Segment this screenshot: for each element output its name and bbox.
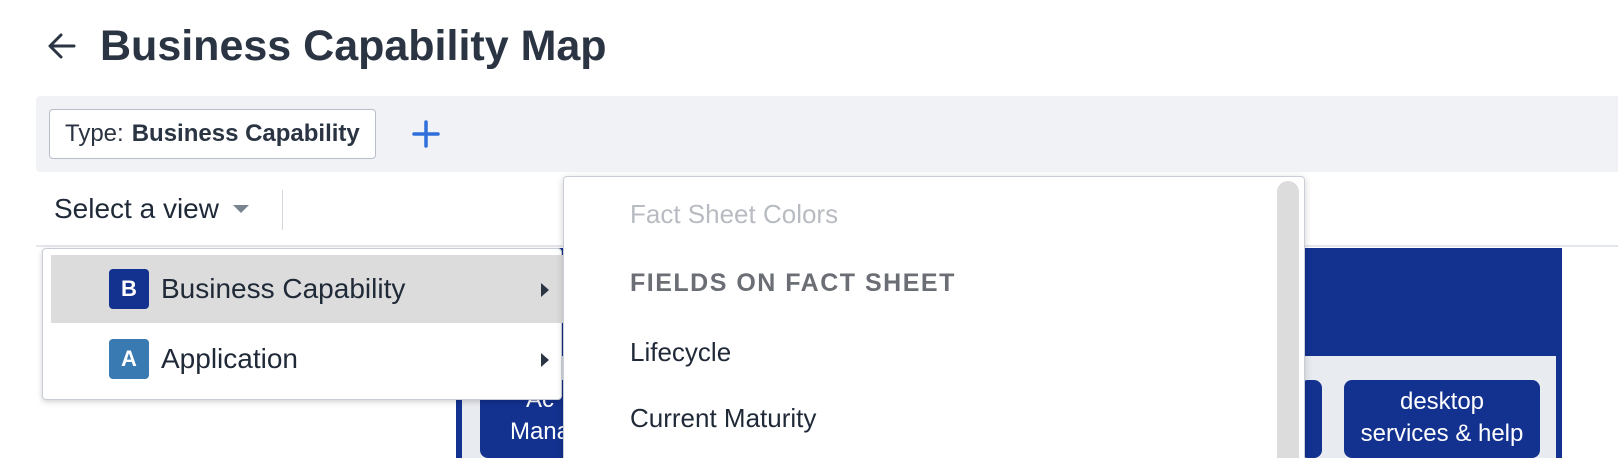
page-title: Business Capability Map [100, 22, 607, 70]
view-type-menu: B Business Capability A Application [42, 248, 563, 400]
filter-chip-value: Business Capability [131, 120, 360, 147]
plus-icon [412, 120, 440, 148]
filter-bar: Type: Business Capability [36, 96, 1618, 172]
menu-section-header: FIELDS ON FACT SHEET [630, 269, 956, 297]
add-filter-button[interactable] [410, 118, 442, 150]
capability-tile[interactable]: desktop services & help [1344, 380, 1540, 458]
view-field-submenu: Fact Sheet Colors FIELDS ON FACT SHEET L… [563, 176, 1305, 458]
toolbar-divider [282, 190, 283, 230]
caret-right-icon [541, 283, 549, 297]
scrollbar-thumb[interactable] [1277, 181, 1299, 458]
menu-item-label: Application [161, 343, 298, 374]
type-filter-chip[interactable]: Type: Business Capability [49, 109, 376, 159]
caret-right-icon [541, 353, 549, 367]
type-badge-a: A [109, 339, 149, 379]
menu-item-business-capability[interactable]: B Business Capability [51, 255, 563, 323]
back-button[interactable] [44, 28, 80, 64]
arrow-left-icon [48, 33, 76, 59]
caret-down-icon [232, 205, 249, 213]
menu-item-application[interactable]: A Application [51, 325, 563, 393]
view-select-label: Select a view [54, 193, 219, 224]
filter-chip-label: Type: [65, 120, 124, 147]
menu-item-fact-sheet-colors: Fact Sheet Colors [630, 199, 839, 229]
capability-tile-line: desktop [1399, 388, 1485, 415]
type-badge-b: B [109, 269, 149, 309]
capability-tile-line: services & help [1360, 420, 1524, 447]
menu-item-lifecycle[interactable]: Lifecycle [630, 337, 731, 368]
menu-item-current-maturity[interactable]: Current Maturity [630, 403, 816, 434]
view-select-dropdown[interactable]: Select a view [40, 186, 263, 232]
menu-item-label: Business Capability [161, 273, 406, 304]
